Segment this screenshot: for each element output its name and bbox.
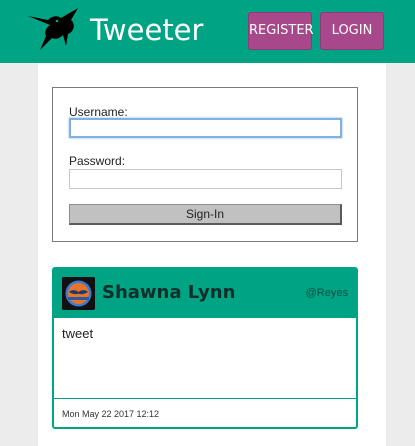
tweet-text: tweet (62, 326, 94, 341)
password-label: Password: (69, 154, 126, 168)
password-input[interactable] (69, 169, 342, 189)
tweet-footer: Mon May 22 2017 12:12 (54, 398, 356, 427)
avatar-icon[interactable] (62, 277, 95, 310)
tweet-header: Shawna Lynn @Reyes (54, 269, 356, 318)
tweet-timestamp: Mon May 22 2017 12:12 (62, 409, 160, 419)
login-button[interactable]: LOGIN (320, 12, 384, 50)
register-button[interactable]: REGISTER (248, 12, 314, 50)
app-header: Tweeter REGISTER LOGIN (0, 0, 415, 63)
username-input[interactable] (69, 118, 342, 138)
brand-title[interactable]: Tweeter (90, 12, 203, 48)
tweet-author[interactable]: Shawna Lynn (102, 282, 235, 303)
login-form: Username: Password: Sign-In (52, 87, 358, 242)
username-label: Username: (69, 105, 128, 119)
main-content: Username: Password: Sign-In Shawna Lynn … (38, 63, 386, 446)
tweet-card: Shawna Lynn @Reyes tweet Mon May 22 2017… (52, 267, 358, 429)
hummingbird-icon (28, 8, 78, 50)
tweet-handle[interactable]: @Reyes (306, 287, 348, 299)
sign-in-button[interactable]: Sign-In (69, 204, 342, 225)
